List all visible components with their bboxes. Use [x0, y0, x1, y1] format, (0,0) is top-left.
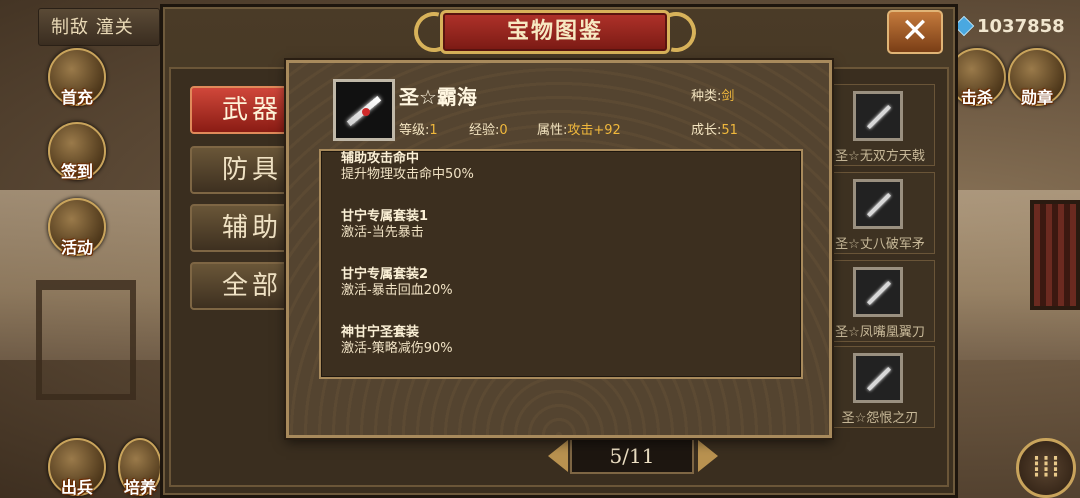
- weapon-icon: [853, 353, 903, 403]
- sword-icon: [333, 79, 395, 141]
- item-level: 等级:1: [399, 119, 438, 138]
- item-card-name: 圣☆丈八破军矛: [835, 237, 925, 252]
- tab-all[interactable]: 全部: [190, 262, 290, 310]
- kill-label: 击杀: [960, 88, 993, 107]
- item-attribute: 属性:攻击+92: [537, 119, 621, 138]
- tab-weapon[interactable]: 武器: [190, 86, 290, 134]
- attr-label: 属性:: [537, 123, 568, 138]
- dispatch-label: 出兵: [60, 478, 93, 497]
- window-title: 宝物图鉴: [506, 19, 603, 44]
- effect-title: 神甘宁圣套装: [341, 325, 420, 340]
- type-value: 剑: [721, 89, 735, 104]
- effect-item: 甘宁专属套装2 激活-暴击回血20%: [341, 267, 453, 299]
- weapon-rack-right: [1030, 200, 1080, 310]
- medal-label: 勋章: [1020, 88, 1053, 107]
- activity-label: 活动: [60, 238, 93, 257]
- exp-label: 经验:: [469, 123, 500, 138]
- item-card[interactable]: 圣☆怨恨之刃: [825, 346, 935, 428]
- item-growth: 成长:51: [691, 119, 738, 138]
- item-type: 种类:剑: [691, 85, 734, 104]
- weapon-icon: [853, 91, 903, 141]
- item-name: 圣☆霸海: [399, 85, 477, 109]
- dispatch-button[interactable]: 出兵: [48, 438, 106, 497]
- type-label: 种类:: [691, 89, 722, 104]
- level-label: 等级:: [399, 123, 430, 138]
- sign-in-label: 签到: [60, 162, 93, 181]
- weapon-rack-left: [36, 280, 136, 400]
- item-exp: 经验:0: [469, 119, 508, 138]
- item-card[interactable]: 圣☆无双方天戟: [825, 84, 935, 166]
- page-indicator: 5/11: [570, 438, 694, 474]
- item-card-name: 圣☆凤嘴凰翼刀: [835, 325, 925, 340]
- first-charge-button[interactable]: 首充: [48, 48, 106, 107]
- title-plate: 宝物图鉴: [406, 4, 704, 60]
- medal-button[interactable]: 勋章: [1008, 48, 1066, 107]
- tab-auxiliary[interactable]: 辅助: [190, 204, 290, 252]
- effect-desc: 提升物理攻击命中50%: [341, 167, 474, 182]
- weapon-icon: [853, 179, 903, 229]
- effect-item: 神甘宁圣套装 激活-策略减伤90%: [341, 325, 453, 357]
- attr-value: 攻击+92: [567, 123, 621, 138]
- item-card-name: 圣☆无双方天戟: [835, 149, 925, 164]
- effect-title: 甘宁专属套装1: [341, 209, 429, 224]
- close-button[interactable]: ✕: [887, 10, 943, 54]
- effect-title: 甘宁专属套装2: [341, 267, 429, 282]
- close-icon: ✕: [900, 11, 930, 51]
- effect-title: 辅助攻击命中: [341, 151, 420, 166]
- tab-armor[interactable]: 防具: [190, 146, 290, 194]
- growth-label: 成长:: [691, 123, 722, 138]
- menu-icon: ⁞⁞⁞: [1031, 450, 1061, 485]
- item-detail-popup: 圣☆霸海 种类:剑 等级:1 经验:0 属性:攻击+92 成长:51 辅助攻击命…: [286, 60, 832, 438]
- item-card-name: 圣☆怨恨之刃: [841, 411, 919, 426]
- activity-button[interactable]: 活动: [48, 198, 106, 257]
- currency-display: 1037858: [953, 12, 1080, 42]
- stage-label[interactable]: 制敌 潼关: [38, 8, 160, 46]
- effects-list[interactable]: 辅助攻击命中 提升物理攻击命中50% 甘宁专属套装1 激活-当先暴击 甘宁专属套…: [319, 149, 803, 379]
- currency-amount: 1037858: [977, 16, 1065, 37]
- sign-in-button[interactable]: 签到: [48, 122, 106, 181]
- exp-value: 0: [499, 123, 508, 138]
- train-button[interactable]: 培养: [118, 438, 162, 497]
- effect-desc: 激活-策略减伤90%: [341, 341, 453, 356]
- next-page-arrow[interactable]: [698, 440, 718, 472]
- item-card[interactable]: 圣☆丈八破军矛: [825, 172, 935, 254]
- effect-desc: 激活-暴击回血20%: [341, 283, 453, 298]
- menu-button[interactable]: ⁞⁞⁞: [1016, 438, 1076, 498]
- prev-page-arrow[interactable]: [548, 440, 568, 472]
- train-label: 培养: [123, 478, 156, 497]
- effect-desc: 激活-当先暴击: [341, 225, 424, 240]
- weapon-icon: [853, 267, 903, 317]
- item-card[interactable]: 圣☆凤嘴凰翼刀: [825, 260, 935, 342]
- growth-value: 51: [721, 123, 738, 138]
- first-charge-label: 首充: [60, 88, 93, 107]
- effect-item: 甘宁专属套装1 激活-当先暴击: [341, 209, 428, 241]
- effect-item: 辅助攻击命中 提升物理攻击命中50%: [341, 151, 474, 183]
- level-value: 1: [429, 123, 438, 138]
